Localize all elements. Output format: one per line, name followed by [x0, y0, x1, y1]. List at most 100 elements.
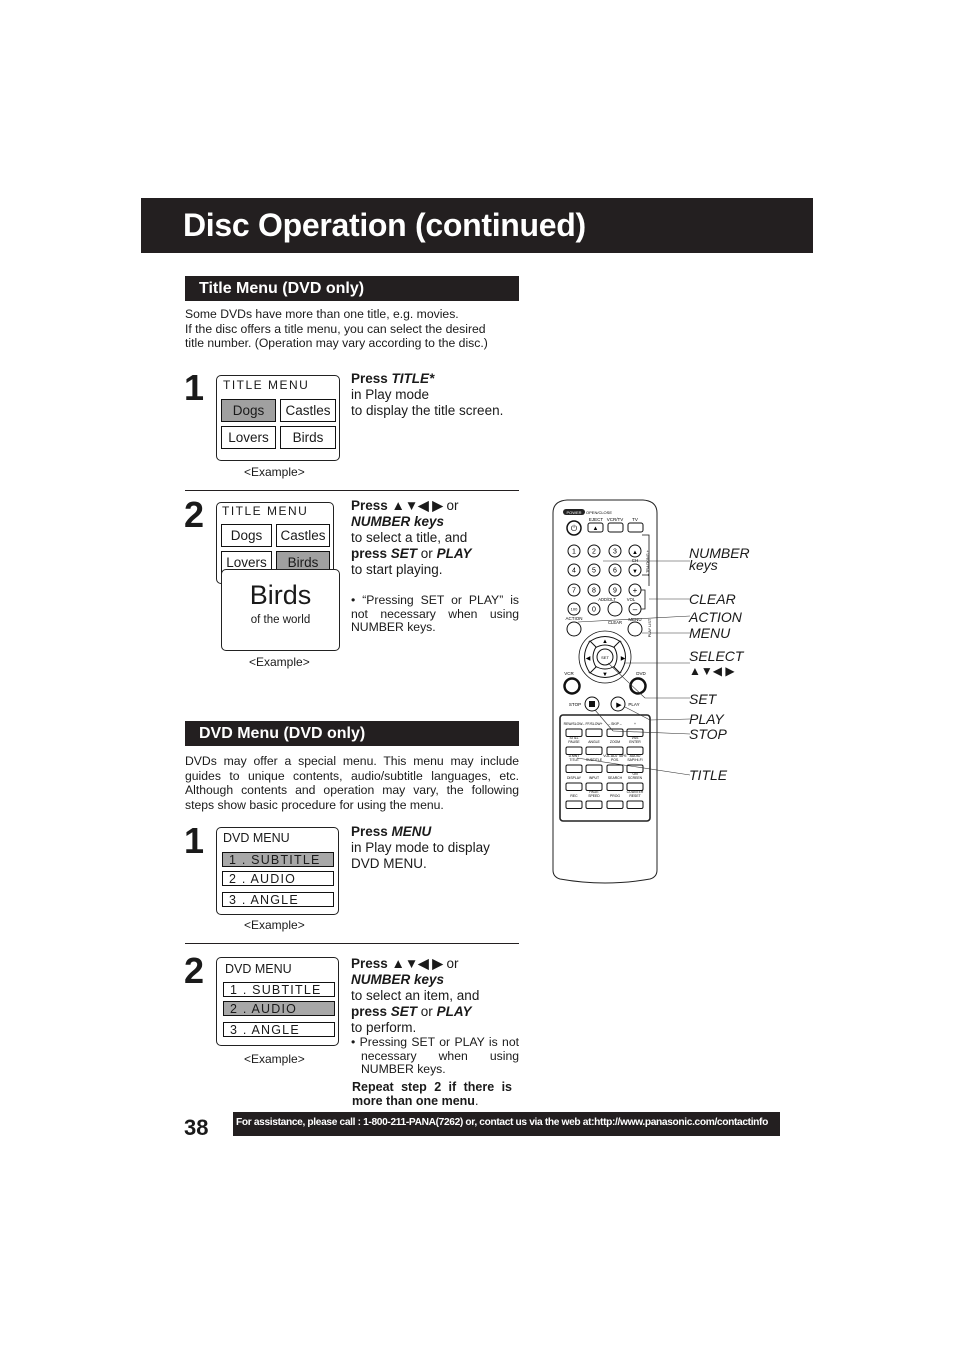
clear-label: CLEAR	[608, 620, 622, 625]
arrow-right-icon: ▶	[621, 656, 626, 662]
dvd-menu-screen-example: DVD MENU 1 . SUBTITLE 2 . AUDIO 3 . ANGL…	[216, 827, 339, 915]
dvd-menu-screen-example: DVD MENU 1 . SUBTITLE 2 . AUDIO 3 . ANGL…	[216, 957, 339, 1046]
page-number: 38	[184, 1115, 209, 1140]
lower-button	[565, 800, 583, 809]
lower-button-label: SEARCH	[608, 776, 623, 780]
arrow-down-icon: ▼	[602, 672, 608, 678]
callout-number-keys: NUMBER keys	[689, 545, 750, 573]
menu-item-audio: 2 . AUDIO	[222, 871, 334, 886]
screen-title: DVD MENU	[225, 962, 292, 976]
lower-button-label: RESET	[629, 794, 640, 798]
menu-button	[627, 621, 643, 637]
number-key-label: 3	[613, 549, 617, 556]
screen-title: TITLE MENU	[223, 378, 310, 392]
action-label: ACTION	[565, 616, 582, 621]
title-playback-overlay: Birds of the world	[221, 569, 340, 651]
lower-button-label: SCREEN	[628, 776, 643, 780]
lower-button-label: +	[634, 722, 636, 726]
title-cell-birds: Birds	[280, 426, 336, 449]
arrow-left-icon: ◀	[586, 656, 591, 662]
number-key-label: 4	[572, 568, 576, 575]
callout-select-arrows: ▲▼◀ ▶	[689, 664, 735, 678]
dvd-step2-instruction: Press ▲▼◀ ▶ or NUMBER keys to select an …	[351, 956, 480, 1035]
lower-button	[565, 764, 583, 773]
lower-button-label: FF/SLOW+	[585, 722, 602, 726]
lower-button-label: PROG	[610, 794, 620, 798]
overlay-title: Birds	[249, 580, 312, 610]
vcr-tv-button	[607, 522, 624, 533]
section-heading-dvd-menu: DVD Menu (DVD only)	[185, 721, 519, 746]
arrow-down-icon: ▼	[632, 569, 638, 575]
clear-button	[607, 601, 623, 617]
lower-button-label: DISPLAY	[567, 776, 582, 780]
vcr-tv-label: VCR/TV	[607, 517, 624, 522]
lower-button-label: PAUSE	[568, 740, 580, 744]
play-icon: ▶	[616, 702, 622, 709]
eject-icon: ▲	[593, 526, 599, 532]
menu-item-subtitle: 1 . SUBTITLE	[223, 982, 335, 997]
lower-button	[606, 800, 624, 809]
callout-stop: STOP	[689, 726, 727, 742]
step-number: 1	[184, 367, 205, 408]
callout-action: ACTION	[689, 609, 742, 625]
number-key-label: 2	[592, 549, 596, 556]
title-cell-castles: Castles	[276, 524, 330, 547]
ch-label: CH	[632, 558, 639, 563]
section-heading-title-menu: Title Menu (DVD only)	[185, 276, 519, 301]
power-icon: ⏻	[571, 524, 578, 533]
lower-button-label: INPUT	[589, 776, 599, 780]
plus-icon: +	[633, 586, 638, 595]
lower-button	[585, 728, 603, 737]
tracking-label: – TRACKING +	[646, 549, 650, 576]
divider	[185, 490, 519, 491]
overlay-subtitle: of the world	[250, 614, 311, 626]
lower-button-label: SPEED	[588, 794, 600, 798]
step2-instruction: Press ▲▼◀ ▶ or NUMBER keys to select a t…	[351, 498, 472, 577]
lower-button-label: SAP/HI-FI	[627, 758, 642, 762]
lower-button-label: POS.	[611, 758, 619, 762]
lower-button-label: TITLE	[569, 758, 579, 762]
arrow-up-icon: ▲	[602, 639, 608, 645]
title-cell-lovers: Lovers	[221, 426, 276, 449]
lower-button	[585, 746, 603, 755]
open-close-label: OPEN/CLOSE	[586, 510, 612, 515]
dvd-menu-intro: DVDs may offer a special menu. This menu…	[185, 754, 519, 812]
dvd-step2-note: • Pressing SET or PLAY is not necessary …	[351, 1035, 519, 1077]
menu-item-subtitle: 1 . SUBTITLE	[222, 852, 334, 867]
lower-button	[606, 782, 624, 791]
vcr-button	[563, 677, 581, 695]
lower-button-label: – SKIP –	[608, 722, 621, 726]
lower-button-label: REC	[570, 794, 578, 798]
number-key-label: 6	[613, 568, 617, 575]
eject-label: EJECT	[589, 517, 604, 522]
example-caption: <Example>	[244, 1052, 305, 1066]
lower-button-label: ENTER	[629, 740, 641, 744]
tv-button	[627, 522, 644, 533]
callout-title: TITLE	[689, 767, 728, 783]
example-caption: <Example>	[244, 465, 305, 479]
page-header-banner: Disc Operation (continued)	[141, 198, 813, 253]
number-key-label: 7	[572, 588, 576, 595]
example-caption: <Example>	[244, 918, 305, 932]
number-key-label: 100	[571, 607, 578, 612]
lower-button	[565, 782, 583, 791]
title-menu-intro: Some DVDs have more than one title, e.g.…	[185, 307, 519, 351]
power-label: POWER	[566, 510, 581, 515]
number-key-label: 0	[592, 607, 596, 614]
intro-line: If the disc offers a title menu, you can…	[185, 321, 486, 336]
callout-clear: CLEAR	[689, 591, 736, 607]
lower-button	[626, 800, 644, 809]
step1-instruction: Press TITLE* in Play mode to display the…	[351, 371, 504, 418]
step-number: 2	[184, 950, 205, 991]
title-cell-castles: Castles	[280, 399, 336, 422]
step-number: 1	[184, 820, 205, 861]
step-number: 2	[184, 494, 205, 535]
divider	[185, 943, 519, 944]
lower-button	[585, 764, 603, 773]
title-cell-dogs: Dogs	[221, 524, 272, 547]
minus-icon: –	[633, 605, 638, 614]
lower-button-label: ANGLE	[588, 740, 600, 744]
callout-select: SELECT	[689, 648, 744, 664]
play-list-label: PLAY LIST	[648, 618, 652, 637]
add-dlt-label: ADD/DLT	[598, 597, 616, 602]
